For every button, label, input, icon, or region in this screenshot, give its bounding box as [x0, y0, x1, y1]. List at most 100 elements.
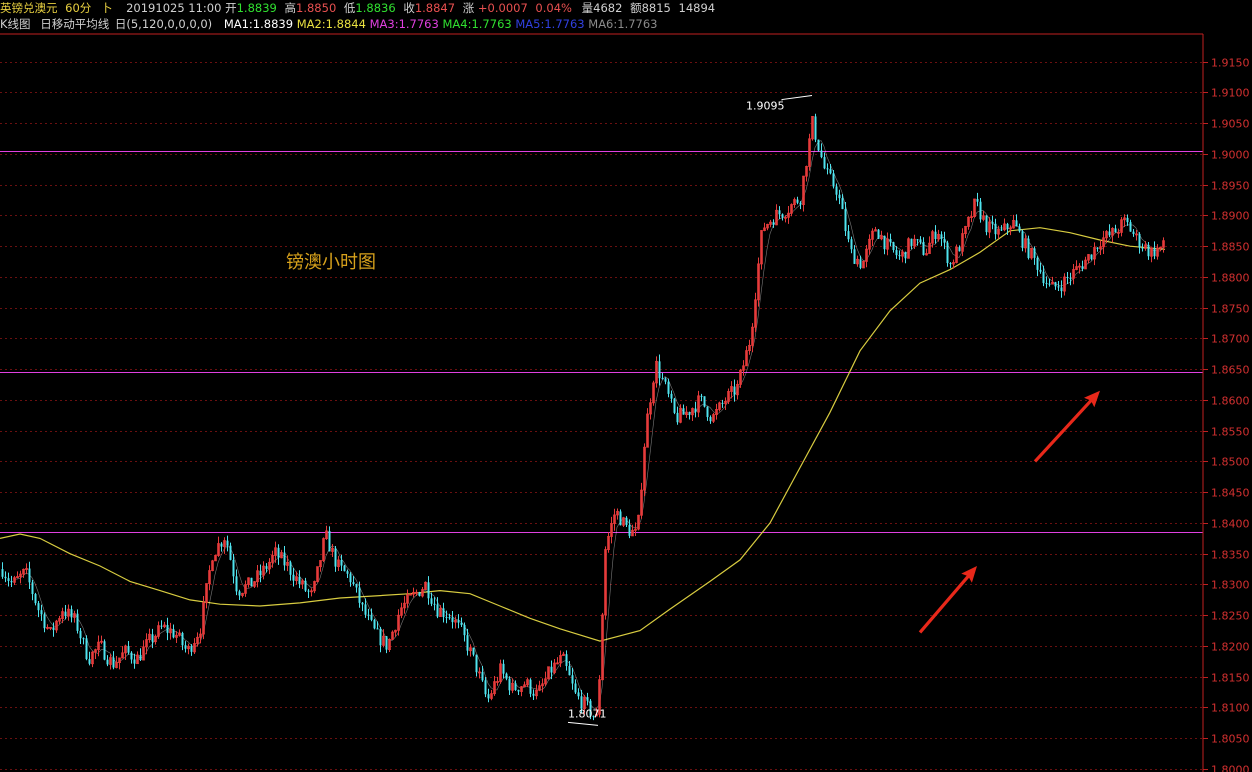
candle-body [1069, 277, 1072, 279]
candle-body [670, 393, 673, 399]
candle-body [517, 689, 520, 692]
candle-body [34, 594, 37, 604]
candle-body [358, 587, 361, 603]
candle-body [1006, 223, 1009, 229]
candle-body [103, 641, 106, 660]
candle-body [1045, 283, 1048, 285]
candle-body [82, 638, 85, 640]
candle-body [220, 543, 223, 547]
arrow-shape [1033, 390, 1101, 463]
candle-body [232, 559, 235, 577]
candle-body [832, 173, 835, 187]
candle-body [850, 239, 853, 250]
candle-body [796, 199, 799, 203]
y-tick-label: 1.9000 [1211, 149, 1250, 162]
candle-body [373, 619, 376, 629]
candle-body [37, 603, 40, 611]
candle-body [628, 525, 631, 536]
candle-body [1060, 287, 1063, 292]
candle-body [229, 545, 232, 560]
candle-body [838, 194, 841, 199]
y-tick-label: 1.8150 [1211, 672, 1250, 685]
candle-body [502, 663, 505, 674]
candle-body [1057, 286, 1060, 288]
candle-body [532, 693, 535, 696]
candle-body [346, 571, 349, 574]
y-tick-label: 1.9100 [1211, 87, 1250, 100]
candle-body [166, 625, 169, 633]
candle-body [835, 186, 838, 195]
candle-body [694, 408, 697, 413]
candle-body [361, 602, 364, 605]
candle-body [1129, 222, 1132, 232]
candle-body [40, 610, 43, 615]
candle-body [139, 654, 142, 661]
candle-body [1090, 254, 1093, 259]
candle-body [1066, 277, 1069, 279]
candle-body [922, 241, 925, 255]
candle-body [1033, 248, 1036, 258]
arrow-shape [918, 566, 978, 634]
candle-body [529, 679, 532, 694]
y-tick-label: 1.8450 [1211, 487, 1250, 500]
candle-body [799, 202, 802, 205]
candlestick-chart[interactable]: 1.9095 1.8071 1.9150 1.9100 1.9050 1.9000 1.8… [0, 0, 1252, 772]
candle-body [151, 634, 154, 642]
candle-body [1141, 247, 1144, 249]
candle-body [550, 666, 553, 673]
candle-body [475, 654, 478, 673]
candle-body [664, 378, 667, 382]
y-tick-label: 1.8550 [1211, 426, 1250, 439]
candle-body [1108, 231, 1111, 236]
candle-body [1, 569, 4, 577]
candle-body [106, 659, 109, 665]
candle-body [1036, 257, 1039, 270]
candle-body [889, 239, 892, 243]
candle-body [487, 694, 490, 699]
candle-body [172, 629, 175, 638]
candle-body [958, 247, 961, 252]
candle-body [304, 580, 307, 591]
candle-body [994, 223, 997, 235]
high-price-label: 1.9095 [746, 100, 785, 113]
candle-body [355, 584, 358, 588]
candle-body [1018, 226, 1021, 232]
candle-body [10, 580, 13, 583]
candle-body [1114, 228, 1117, 233]
candle-body [484, 680, 487, 695]
candle-body [334, 548, 337, 567]
candle-body [385, 636, 388, 650]
candle-body [577, 692, 580, 697]
candle-body [364, 604, 367, 615]
candle-body [898, 255, 901, 257]
candle-body [226, 540, 229, 546]
candle-body [853, 249, 856, 264]
y-tick-label: 1.8650 [1211, 364, 1250, 377]
candle-body [940, 234, 943, 239]
candle-body [352, 582, 355, 585]
candle-body [343, 565, 346, 572]
candle-body [916, 239, 919, 241]
candle-body [160, 625, 163, 627]
candle-body [619, 511, 622, 526]
y-tick-label: 1.8300 [1211, 579, 1250, 592]
chart-caption: 镑澳小时图 [286, 252, 376, 273]
candle-body [436, 604, 439, 617]
candle-body [1153, 248, 1156, 257]
candle-body [673, 398, 676, 413]
candle-body [31, 582, 34, 595]
candle-body [184, 645, 187, 649]
candle-body [844, 209, 847, 232]
y-tick-label: 1.8750 [1211, 303, 1250, 316]
candle-body [667, 381, 670, 394]
candle-body [1054, 282, 1057, 287]
y-tick-label: 1.8000 [1211, 764, 1250, 772]
candle-body [877, 229, 880, 239]
candle-body [7, 578, 10, 581]
candle-body [1132, 231, 1135, 234]
candle-body [568, 666, 571, 676]
candle-body [826, 168, 829, 170]
candle-body [238, 591, 241, 596]
candle-body [1048, 283, 1051, 285]
y-tick-label: 1.8700 [1211, 333, 1250, 346]
